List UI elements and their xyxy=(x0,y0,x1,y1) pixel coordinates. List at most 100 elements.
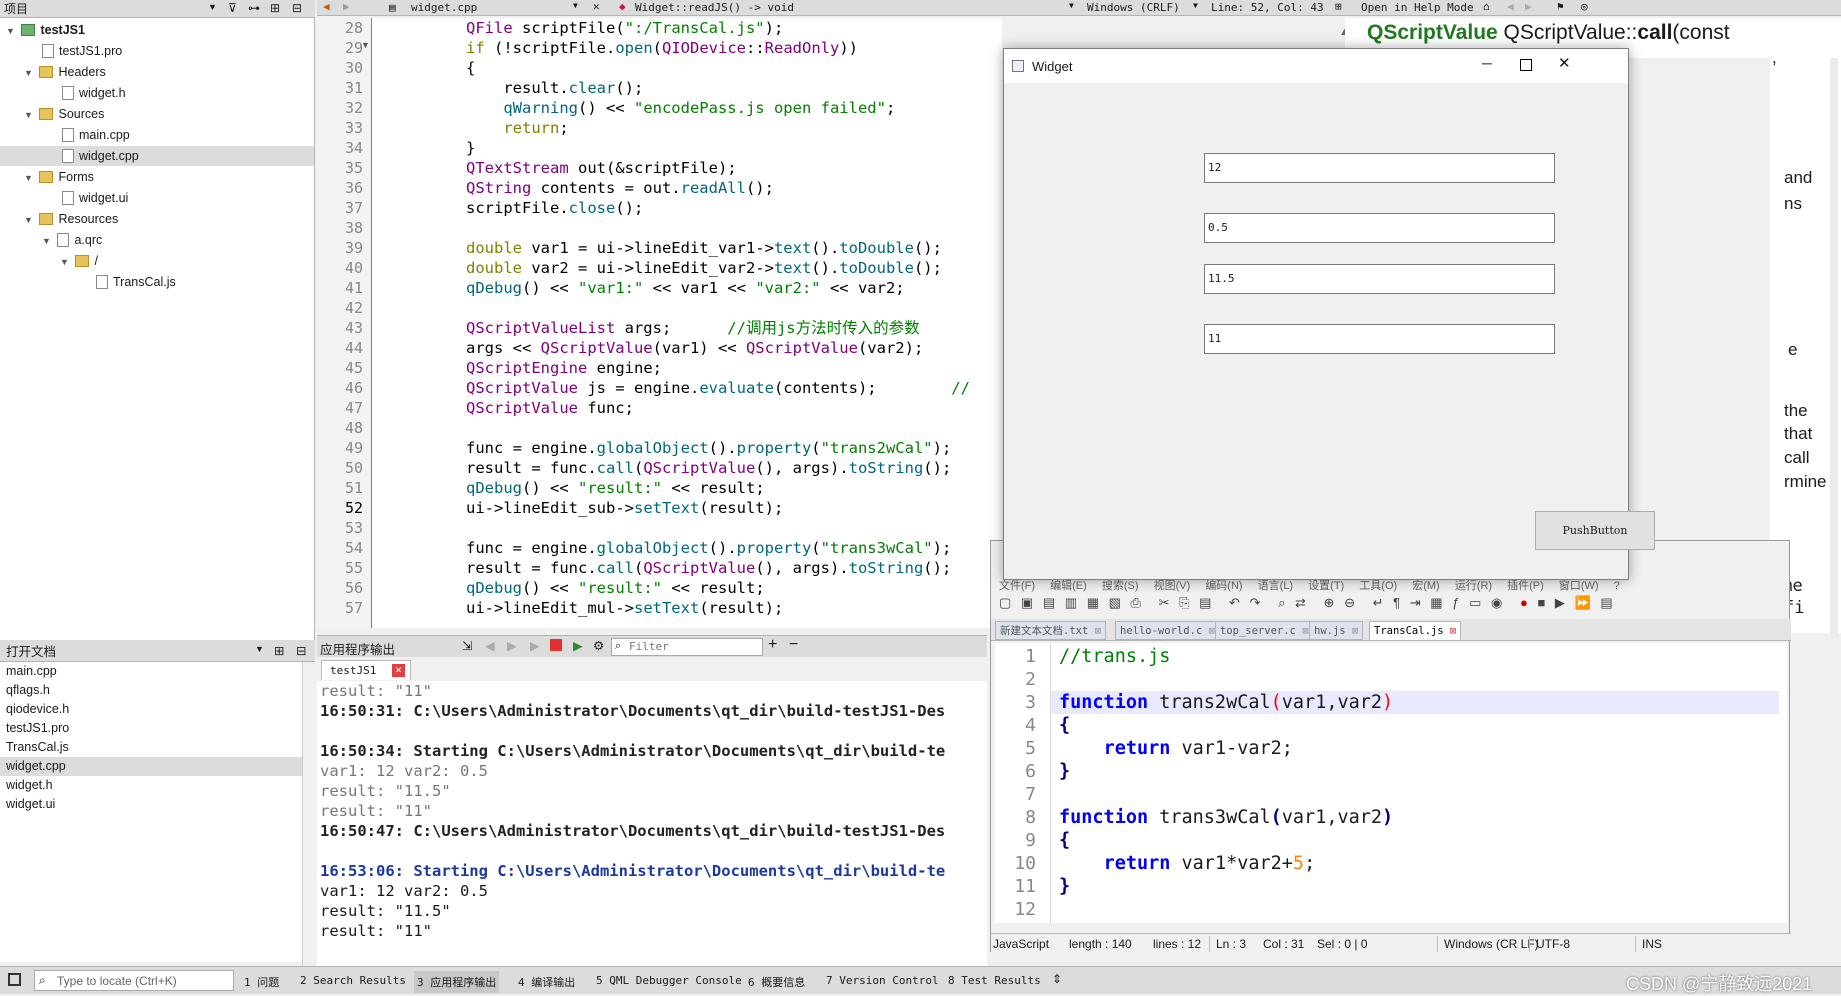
close-panel-icon[interactable]: ⊟ xyxy=(296,643,306,658)
tree-item-project[interactable]: ▼ testJS1 xyxy=(0,20,314,40)
cut-icon[interactable]: ✂ xyxy=(1159,595,1170,610)
output-filter-input[interactable]: ⌕ Filter xyxy=(611,638,763,656)
npp-tab[interactable]: hello-world.c ⊠ xyxy=(1115,621,1220,640)
stop-macro-icon[interactable]: ■ xyxy=(1537,595,1545,610)
tree-item-widget-cpp[interactable]: widget.cpp xyxy=(0,146,314,166)
close-tab-icon[interactable]: ⊠ xyxy=(1095,625,1101,637)
npp-menu-item[interactable]: 文件(F) xyxy=(999,580,1035,592)
split-icon[interactable]: ⊞ xyxy=(1335,0,1342,13)
npp-menu-item[interactable]: 搜索(S) xyxy=(1102,580,1139,592)
close-tab-icon[interactable]: ⊠ xyxy=(1209,625,1215,637)
new-file-icon[interactable]: ▢ xyxy=(999,595,1011,610)
undo-icon[interactable]: ↶ xyxy=(1229,595,1240,610)
npp-menu-item[interactable]: 宏(M) xyxy=(1412,580,1440,592)
close-all-icon[interactable]: ▧ xyxy=(1109,595,1121,610)
locate-input[interactable]: ⌕ Type to locate (Ctrl+K) xyxy=(34,970,234,991)
more-tabs-icon[interactable]: ⇕ xyxy=(1052,972,1062,986)
attach-icon[interactable]: ⇲ xyxy=(462,638,472,653)
home-icon[interactable]: ⌂ xyxy=(1483,0,1490,13)
status-tab-issues[interactable]: 1 问题 xyxy=(244,974,279,990)
close-icon[interactable]: ▦ xyxy=(1087,595,1099,610)
npp-menu-item[interactable]: 工具(O) xyxy=(1359,580,1397,592)
open-doc-item[interactable]: qflags.h xyxy=(0,681,302,700)
indent-guide-icon[interactable]: ⇥ xyxy=(1410,595,1421,610)
settings-gear-icon[interactable]: ⚙ xyxy=(593,638,604,653)
prev-icon[interactable]: ◀ xyxy=(485,638,495,653)
editor-file-name[interactable]: widget.cpp xyxy=(411,1,477,14)
npp-menu-item[interactable]: 语言(L) xyxy=(1258,580,1293,592)
back-icon[interactable]: ◀ xyxy=(1507,0,1514,13)
play-macro-icon[interactable]: ▶ xyxy=(1555,595,1565,610)
tree-item-widget-ui[interactable]: widget.ui xyxy=(0,188,314,208)
tree-item-headers[interactable]: ▼ Headers xyxy=(0,62,314,82)
npp-menu-item[interactable]: 编码(N) xyxy=(1205,580,1242,592)
tree-item-forms[interactable]: ▼ Forms xyxy=(0,167,314,187)
monitor-icon[interactable]: ◉ xyxy=(1491,595,1502,610)
open-doc-item[interactable]: testJS1.pro xyxy=(0,719,302,738)
open-doc-item[interactable]: qiodevice.h xyxy=(0,700,302,719)
status-tab-qml[interactable]: 5 QML Debugger Console xyxy=(596,974,742,987)
npp-menu-item[interactable]: 视图(V) xyxy=(1154,580,1191,592)
wrap-icon[interactable]: ↵ xyxy=(1373,595,1384,610)
fold-marker-icon[interactable]: ▼ xyxy=(361,40,370,50)
zoom-out-icon[interactable]: ⊖ xyxy=(1344,595,1355,610)
tree-item-resources[interactable]: ▼ Resources xyxy=(0,209,314,229)
close-icon[interactable]: ✕ xyxy=(1558,54,1571,72)
npp-code-area[interactable]: //trans.js function trans2wCal(var1,var2… xyxy=(1051,643,1787,923)
chevron-down-icon[interactable]: ▼ xyxy=(24,63,36,83)
output-log[interactable]: result: "11" 16:50:31: C:\Users\Administ… xyxy=(317,681,987,966)
split-icon[interactable]: ⊞ xyxy=(270,1,280,15)
cursor-position[interactable]: Line: 52, Col: 43 xyxy=(1211,1,1324,14)
filter-icon[interactable]: ⊽ xyxy=(228,1,237,15)
chevron-down-icon[interactable]: ▼ xyxy=(24,210,36,230)
line-edit-var2[interactable]: 0.5 xyxy=(1204,213,1555,243)
forward-arrow-icon[interactable]: ▶ xyxy=(343,0,350,13)
open-doc-item[interactable]: TransCal.js xyxy=(0,738,302,757)
status-tab-search[interactable]: 2 Search Results xyxy=(300,974,406,987)
dropdown-icon[interactable]: ▼ xyxy=(1069,1,1074,10)
function-list-icon[interactable]: ƒ xyxy=(1452,595,1459,610)
open-doc-item[interactable]: main.cpp xyxy=(0,662,302,681)
chevron-down-icon[interactable]: ▼ xyxy=(6,21,18,41)
close-tab-icon[interactable]: ⊠ xyxy=(1302,625,1308,637)
npp-tab[interactable]: hw.js ⊠ xyxy=(1309,621,1364,640)
open-file-icon[interactable]: ▣ xyxy=(1021,595,1033,610)
link-icon[interactable]: ⊶ xyxy=(248,1,260,15)
close-tab-icon[interactable]: ✕ xyxy=(392,664,405,677)
code-editor[interactable]: QFile scriptFile(":/TransCal.js"); if (!… xyxy=(372,18,1002,628)
record-macro-icon[interactable]: ● xyxy=(1520,595,1528,610)
help-mode-label[interactable]: Open in Help Mode xyxy=(1361,1,1474,14)
open-doc-item[interactable]: widget.h xyxy=(0,776,302,795)
output-tab[interactable]: testJS1 ✕ xyxy=(321,660,411,680)
run-icon[interactable]: ▶ xyxy=(530,638,540,653)
status-tab-vcs[interactable]: 7 Version Control xyxy=(826,974,939,987)
status-tab-general[interactable]: 6 概要信息 xyxy=(748,974,805,990)
zoom-in-icon[interactable]: ⊕ xyxy=(1324,595,1335,610)
status-tab-app-output[interactable]: 3 应用程序输出 xyxy=(414,971,500,993)
line-ending[interactable]: Windows (CRLF) xyxy=(1087,1,1180,14)
paste-icon[interactable]: ▤ xyxy=(1199,595,1211,610)
next-icon[interactable]: ▶ xyxy=(507,638,517,653)
npp-menu-item[interactable]: 编辑(E) xyxy=(1050,580,1087,592)
npp-menu-item[interactable]: ? xyxy=(1614,580,1620,592)
close-tab-icon[interactable]: ⊠ xyxy=(1352,625,1358,637)
tree-item-transcal-js[interactable]: TransCal.js xyxy=(0,272,314,292)
save-all-icon[interactable]: ▥ xyxy=(1065,595,1077,610)
open-doc-item[interactable]: widget.ui xyxy=(0,795,302,814)
all-chars-icon[interactable]: ¶ xyxy=(1393,595,1400,610)
find-icon[interactable]: ⌕ xyxy=(1278,595,1285,610)
dropdown-icon[interactable]: ▼ xyxy=(573,1,578,10)
tree-item-pro[interactable]: testJS1.pro xyxy=(0,41,314,61)
doc-map-icon[interactable]: ▦ xyxy=(1430,595,1442,610)
help-scrollbar[interactable] xyxy=(1830,58,1838,638)
stop-icon[interactable] xyxy=(550,639,562,651)
tree-item-sources[interactable]: ▼ Sources xyxy=(0,104,314,124)
minimize-icon[interactable]: ─ xyxy=(1482,55,1492,71)
close-panel-icon[interactable]: ⊟ xyxy=(292,1,302,15)
maximize-icon[interactable] xyxy=(1520,59,1532,71)
npp-tab-active[interactable]: TransCal.js ⊠ xyxy=(1369,621,1462,640)
redo-icon[interactable]: ↷ xyxy=(1250,595,1261,610)
status-tab-compile[interactable]: 4 编译输出 xyxy=(518,974,575,990)
dropdown-icon[interactable]: ▼ xyxy=(255,644,264,654)
tree-item-main-cpp[interactable]: main.cpp xyxy=(0,125,314,145)
